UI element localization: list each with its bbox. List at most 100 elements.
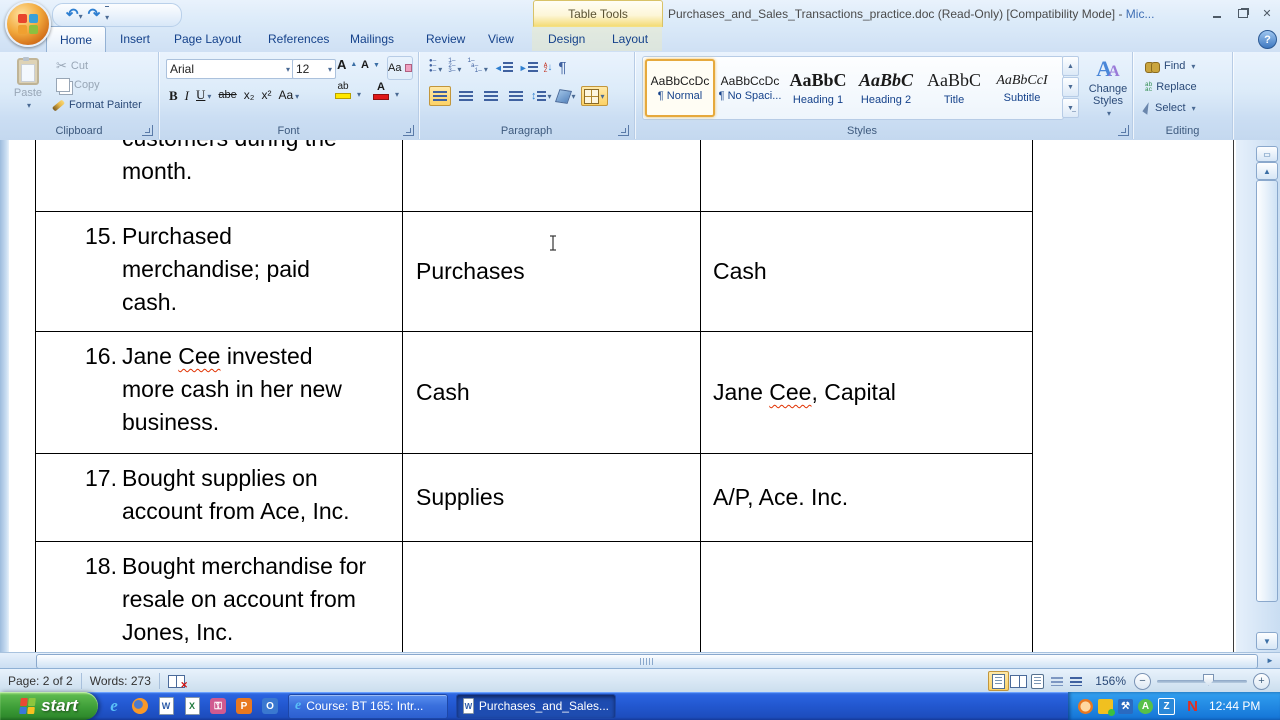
bullets-button[interactable]: ●— ●— ●— ▾ [429, 58, 442, 77]
style-title[interactable]: AaBbC Title [921, 61, 987, 115]
zoom-in-button[interactable]: + [1253, 672, 1270, 690]
excel-icon[interactable]: X [182, 696, 202, 716]
font-size-combo[interactable]: 12 ▾ [292, 59, 336, 79]
taskbar-task-word[interactable]: W Purchases_and_Sales... [456, 693, 616, 719]
style-heading1[interactable]: AaBbC Heading 1 [785, 61, 851, 115]
tools-tray-icon[interactable]: ⚒ [1118, 698, 1133, 714]
align-center-button[interactable] [456, 87, 476, 105]
decrease-indent-button[interactable]: ◄ [494, 62, 513, 73]
paragraph-dialog-launcher[interactable] [618, 125, 629, 136]
numbering-button[interactable]: 1— 2— 3— ▾ [448, 58, 461, 77]
tab-page-layout[interactable]: Page Layout [164, 26, 251, 51]
subscript-button[interactable]: x₂ [244, 89, 255, 101]
copy-button[interactable]: Copy [56, 78, 100, 92]
close-button[interactable]: ✕ [1256, 6, 1278, 21]
tab-insert[interactable]: Insert [110, 26, 160, 51]
redo-button[interactable]: ↷ [88, 6, 101, 24]
security-shield-tray-icon[interactable] [1098, 698, 1115, 716]
italic-button[interactable]: I [185, 89, 189, 102]
borders-button[interactable]: ▾ [580, 86, 608, 106]
qat-customize-button[interactable]: ▾ [105, 5, 110, 25]
help-button[interactable]: ? [1258, 30, 1277, 49]
scroll-right-button[interactable]: ► [1262, 654, 1278, 667]
office-button[interactable] [5, 1, 51, 47]
tab-design[interactable]: Design [538, 26, 595, 51]
tab-references[interactable]: References [258, 26, 339, 51]
change-styles-button[interactable]: AA Change Styles ▾ [1087, 58, 1129, 119]
powerpoint-icon[interactable]: P [234, 696, 254, 716]
sort-button[interactable]: A Z ↓ [544, 62, 553, 73]
paste-button[interactable]: Paste ▾ [8, 57, 48, 110]
superscript-button[interactable]: x² [261, 89, 271, 101]
font-color-button[interactable]: A [373, 82, 389, 100]
change-case-button[interactable]: Aa ▾ [278, 86, 299, 104]
antivirus-tray-icon[interactable]: A [1138, 698, 1153, 714]
multilevel-list-button[interactable]: 1— a— i— ▾ [467, 58, 487, 77]
shrink-font-button[interactable]: A ▼ [361, 60, 380, 71]
style-no-spacing[interactable]: AaBbCcDc ¶ No Spaci... [717, 61, 783, 115]
style-subtitle[interactable]: AaBbCcI Subtitle [989, 61, 1055, 115]
word-icon[interactable]: W [156, 696, 176, 716]
justify-button[interactable] [506, 87, 526, 105]
fullscreen-reading-view-button[interactable] [1009, 672, 1028, 690]
strikethrough-button[interactable]: abe [218, 89, 236, 101]
internet-explorer-icon[interactable]: e [104, 696, 124, 716]
grow-font-button[interactable]: A ▲ [337, 58, 357, 71]
increase-indent-button[interactable]: ► [519, 62, 538, 73]
novell-tray-icon[interactable]: N [1185, 698, 1200, 715]
print-layout-view-button[interactable] [988, 671, 1010, 691]
vertical-scrollbar[interactable]: ▭ ▲ ▼ [1236, 140, 1280, 652]
scroll-up-button[interactable]: ▲ [1256, 162, 1278, 180]
outlook-icon[interactable]: O [260, 696, 280, 716]
font-family-combo[interactable]: Arial ▾ [166, 59, 294, 79]
horizontal-scroll-thumb[interactable] [36, 654, 1258, 669]
tab-mailings[interactable]: Mailings [340, 26, 404, 51]
bold-button[interactable]: B [169, 89, 178, 102]
format-painter-button[interactable]: Format Painter [51, 98, 142, 112]
shading-button[interactable]: ▾ [554, 88, 576, 104]
styles-scroll-up-button[interactable]: ▲ [1062, 56, 1079, 76]
highlight-caret-button[interactable]: ▾ [355, 90, 361, 99]
font-dialog-launcher[interactable] [403, 125, 414, 136]
styles-scroll-down-button[interactable]: ▼ [1062, 77, 1079, 97]
clipboard-dialog-launcher[interactable] [142, 125, 153, 136]
access-icon[interactable]: ⚿ [208, 696, 228, 716]
zoom-slider[interactable] [1157, 673, 1247, 686]
zoom-level[interactable]: 156% [1095, 674, 1126, 688]
underline-button[interactable]: U ▾ [196, 86, 211, 104]
start-button[interactable]: start [0, 692, 98, 720]
restore-button[interactable] [1232, 6, 1254, 21]
tab-review[interactable]: Review [416, 26, 475, 51]
taskbar-task-browser[interactable]: e Course: BT 165: Intr... [288, 693, 448, 719]
tab-layout[interactable]: Layout [602, 26, 658, 51]
word-count[interactable]: Words: 273 [90, 674, 151, 688]
outline-view-button[interactable] [1047, 672, 1066, 690]
align-left-button[interactable] [429, 86, 451, 106]
style-heading2[interactable]: AaBbC Heading 2 [853, 61, 919, 115]
messenger-tray-icon[interactable] [1078, 698, 1093, 714]
line-spacing-button[interactable]: ↕ ▾ [531, 90, 552, 102]
undo-button[interactable]: ↶▾ [66, 6, 83, 24]
taskbar-clock[interactable]: 12:44 PM [1209, 699, 1260, 713]
vertical-scroll-thumb[interactable] [1256, 180, 1278, 602]
zoom-slider-marker[interactable] [1203, 673, 1214, 686]
replace-button[interactable]: ab ac Replace [1145, 81, 1197, 93]
styles-more-button[interactable]: ▼̲ [1062, 98, 1079, 118]
tab-view[interactable]: View [478, 26, 524, 51]
tab-home[interactable]: Home [46, 26, 106, 52]
draft-view-button[interactable] [1066, 672, 1085, 690]
clear-formatting-button[interactable]: Aa [387, 56, 413, 80]
zinio-tray-icon[interactable]: Z [1158, 697, 1175, 715]
select-button[interactable]: Select ▾ [1142, 101, 1196, 115]
document-page[interactable]: customers during the month. 15. Purchase… [0, 140, 1280, 652]
scroll-down-button[interactable]: ▼ [1256, 632, 1278, 650]
style-normal[interactable]: AaBbCcDc ¶ Normal [645, 59, 715, 117]
zoom-out-button[interactable]: − [1134, 672, 1151, 690]
firefox-icon[interactable] [130, 696, 150, 716]
minimize-button[interactable] [1206, 6, 1228, 21]
find-button[interactable]: Find ▾ [1145, 60, 1195, 73]
highlight-button[interactable]: ab [335, 82, 351, 99]
web-layout-view-button[interactable] [1028, 672, 1047, 690]
proofing-errors-icon[interactable] [167, 674, 188, 691]
cut-button[interactable]: ✂ Cut [56, 59, 88, 72]
